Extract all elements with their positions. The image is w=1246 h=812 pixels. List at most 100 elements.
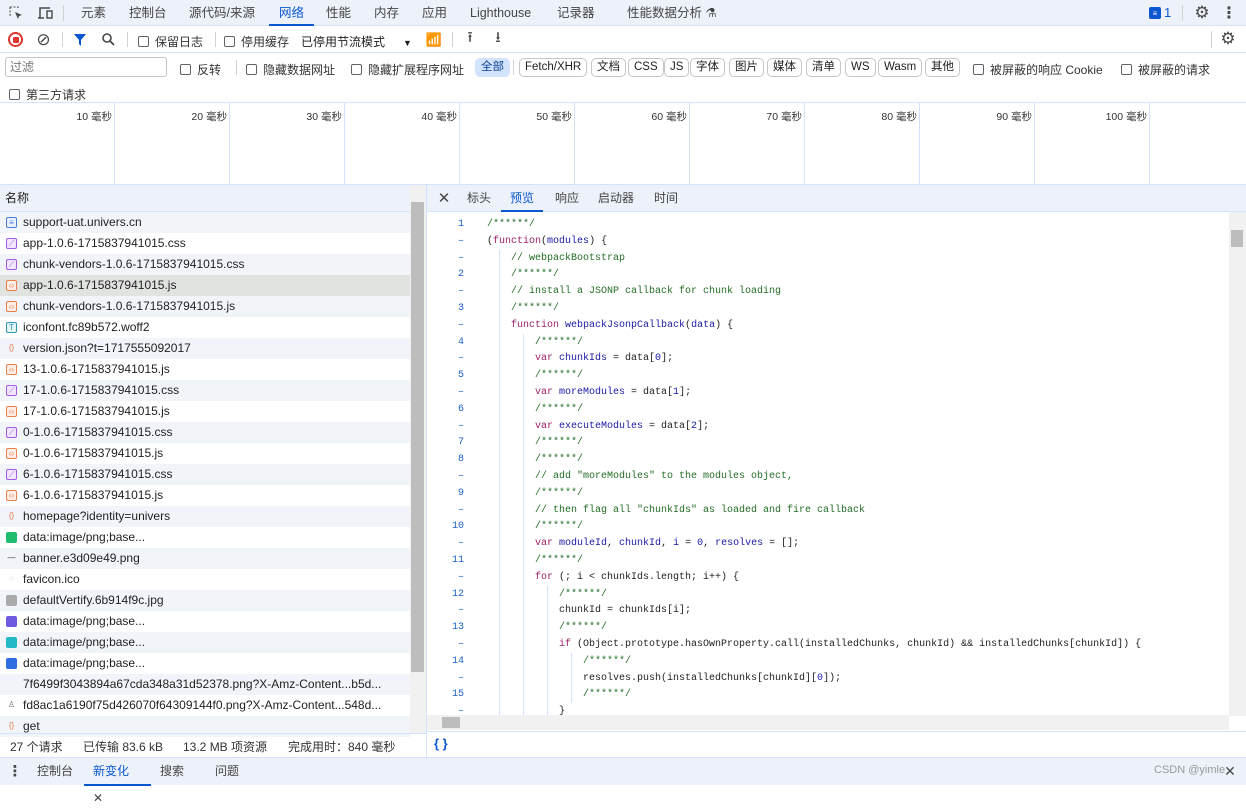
drawer-tab-issues[interactable]: 问题 (215, 758, 239, 786)
issues-count[interactable]: 1 (1164, 5, 1171, 20)
pretty-print-button[interactable]: { } (434, 736, 448, 751)
close-tab-icon[interactable]: ✕ (93, 791, 103, 805)
request-row[interactable]: 7f6499f3043894a67cda348a31d52378.png?X-A… (0, 674, 410, 695)
record-stop-button[interactable] (8, 32, 23, 47)
type-filter-manifest[interactable]: 清单 (806, 58, 841, 77)
issues-icon[interactable]: ≡ (1149, 7, 1161, 19)
inspect-element-icon[interactable] (8, 5, 24, 21)
tab-preview[interactable]: 预览 (501, 185, 544, 212)
type-filter-js[interactable]: JS (664, 58, 690, 77)
tab-performance[interactable]: 性能 (326, 0, 351, 26)
request-name: chunk-vendors-1.0.6-1715837941015.js (23, 299, 236, 313)
clear-log-icon[interactable]: ⊘ (36, 30, 51, 49)
request-row[interactable]: ‹› app-1.0.6-1715837941015.js (0, 275, 410, 296)
type-filter-font[interactable]: 字体 (690, 58, 725, 77)
type-filter-other[interactable]: 其他 (925, 58, 960, 77)
indent-guide (523, 669, 524, 687)
code-line: 6 /******/ (427, 400, 1227, 418)
blocked-requests-checkbox[interactable]: 被屏蔽的请求 (1121, 61, 1210, 78)
tab-elements[interactable]: 元素 (81, 0, 106, 26)
request-row[interactable]: — banner.e3d09e49.png (0, 548, 410, 569)
throttling-select[interactable]: 已停用节流模式 ▼ (301, 33, 412, 50)
filter-icon[interactable] (72, 32, 88, 48)
drawer-tab-console[interactable]: 控制台 (37, 758, 73, 786)
drawer-tab-changes[interactable]: 新变化 ✕ (84, 758, 151, 805)
tab-application[interactable]: 应用 (422, 0, 447, 26)
tab-recorder[interactable]: 记录器 (557, 0, 595, 26)
network-conditions-icon[interactable]: 📶 (425, 32, 443, 47)
request-row[interactable]: ≡ support-uat.univers.cn (0, 212, 410, 233)
request-list-scrollbar[interactable] (410, 185, 426, 733)
request-name: chunk-vendors-1.0.6-1715837941015.css (23, 257, 245, 271)
invert-checkbox[interactable]: 反转 (180, 61, 221, 78)
tab-network[interactable]: 网络 (269, 0, 315, 26)
request-row[interactable]: {} homepage?identity=univers (0, 506, 410, 527)
code-vertical-scrollbar[interactable] (1229, 212, 1246, 716)
css-file-icon: ⟋ (6, 238, 17, 249)
request-row[interactable]: ◌ favicon.ico (0, 569, 410, 590)
timeline-overview[interactable]: 10 毫秒 20 毫秒 30 毫秒 40 毫秒 50 毫秒 60 毫秒 70 毫秒 80 毫秒… (0, 103, 1246, 185)
request-row[interactable]: ⟋ chunk-vendors-1.0.6-1715837941015.css (0, 254, 410, 275)
request-row[interactable]: defaultVertify.6b914f9c.jpg (0, 590, 410, 611)
code-horizontal-scrollbar[interactable] (427, 715, 1229, 730)
tab-timing[interactable]: 时间 (654, 185, 678, 212)
line-number: 3 (457, 303, 464, 314)
close-detail-icon[interactable]: ✕ (436, 190, 452, 207)
type-filter-all[interactable]: 全部 (475, 58, 510, 77)
close-drawer-icon[interactable]: ✕ (1223, 763, 1237, 779)
request-row[interactable]: ‹› 6-1.0.6-1715837941015.js (0, 485, 410, 506)
type-filter-img[interactable]: 图片 (729, 58, 764, 77)
request-row[interactable]: ⟋ 6-1.0.6-1715837941015.css (0, 464, 410, 485)
search-icon[interactable] (100, 31, 116, 47)
drawer-menu-icon[interactable]: ⋮ (8, 763, 23, 780)
request-row[interactable]: data:image/png;base... (0, 527, 410, 548)
tab-performance-insights[interactable]: 性能数据分析 ⚗ (627, 0, 717, 26)
third-party-checkbox[interactable]: 第三方请求 (9, 86, 86, 103)
blocked-cookies-checkbox[interactable]: 被屏蔽的响应 Cookie (973, 61, 1103, 78)
filter-input[interactable] (5, 57, 167, 77)
request-row[interactable]: ‹› 17-1.0.6-1715837941015.js (0, 401, 410, 422)
type-filter-media[interactable]: 媒体 (767, 58, 802, 77)
tab-sources[interactable]: 源代码/来源 (189, 0, 255, 26)
type-filter-doc[interactable]: 文档 (591, 58, 626, 77)
hide-data-urls-checkbox[interactable]: 隐藏数据网址 (246, 61, 335, 78)
settings-gear-icon[interactable]: ⚙ (1193, 3, 1211, 22)
request-row[interactable]: ‹› 13-1.0.6-1715837941015.js (0, 359, 410, 380)
scrollbar-thumb[interactable] (411, 202, 424, 672)
network-settings-gear-icon[interactable]: ⚙ (1219, 29, 1237, 48)
request-row[interactable]: {} version.json?t=1717555092017 (0, 338, 410, 359)
tab-lighthouse[interactable]: Lighthouse (470, 0, 531, 26)
tab-memory[interactable]: 内存 (374, 0, 399, 26)
request-row[interactable]: data:image/png;base... (0, 653, 410, 674)
more-options-icon[interactable]: ⋮ (1221, 4, 1237, 22)
request-row[interactable]: ⟋ 17-1.0.6-1715837941015.css (0, 380, 410, 401)
request-row[interactable]: data:image/png;base... (0, 611, 410, 632)
request-row[interactable]: ⟋ app-1.0.6-1715837941015.css (0, 233, 410, 254)
disable-cache-checkbox[interactable]: 停用缓存 (224, 33, 289, 50)
type-filter-fetch-xhr[interactable]: Fetch/XHR (519, 58, 588, 77)
request-row[interactable]: ‹› chunk-vendors-1.0.6-1715837941015.js (0, 296, 410, 317)
name-column-header[interactable]: 名称 (0, 185, 426, 212)
code-text: /******/ (535, 518, 583, 535)
device-toolbar-icon[interactable] (36, 5, 54, 21)
type-filter-ws[interactable]: WS (845, 58, 876, 77)
preserve-log-checkbox[interactable]: 保留日志 (138, 33, 203, 50)
type-filter-wasm[interactable]: Wasm (878, 58, 923, 77)
request-row[interactable]: ‹› 0-1.0.6-1715837941015.js (0, 443, 410, 464)
tab-initiator[interactable]: 启动器 (598, 185, 634, 212)
code-hscroll-thumb[interactable] (442, 717, 460, 728)
export-har-icon[interactable]: ⭳ (490, 29, 506, 47)
tab-response[interactable]: 响应 (555, 185, 579, 212)
hide-extension-urls-checkbox[interactable]: 隐藏扩展程序网址 (351, 61, 464, 78)
code-preview[interactable]: 1 /******/ – (function(modules) {– // webpac… (427, 216, 1227, 716)
request-row[interactable]: Ticonfont.fc89b572.woff2 (0, 317, 410, 338)
code-scrollbar-thumb[interactable] (1231, 230, 1243, 247)
request-row[interactable]: ♙ fd8ac1a6190f75d426070f64309144f0.png?X-… (0, 695, 410, 716)
request-row[interactable]: data:image/png;base... (0, 632, 410, 653)
request-row[interactable]: ⟋ 0-1.0.6-1715837941015.css (0, 422, 410, 443)
tab-console[interactable]: 控制台 (129, 0, 167, 26)
import-har-icon[interactable]: ⭱ (462, 29, 478, 47)
drawer-tab-search[interactable]: 搜索 (160, 758, 184, 786)
type-filter-css[interactable]: CSS (628, 58, 664, 77)
tab-headers[interactable]: 标头 (467, 185, 491, 212)
